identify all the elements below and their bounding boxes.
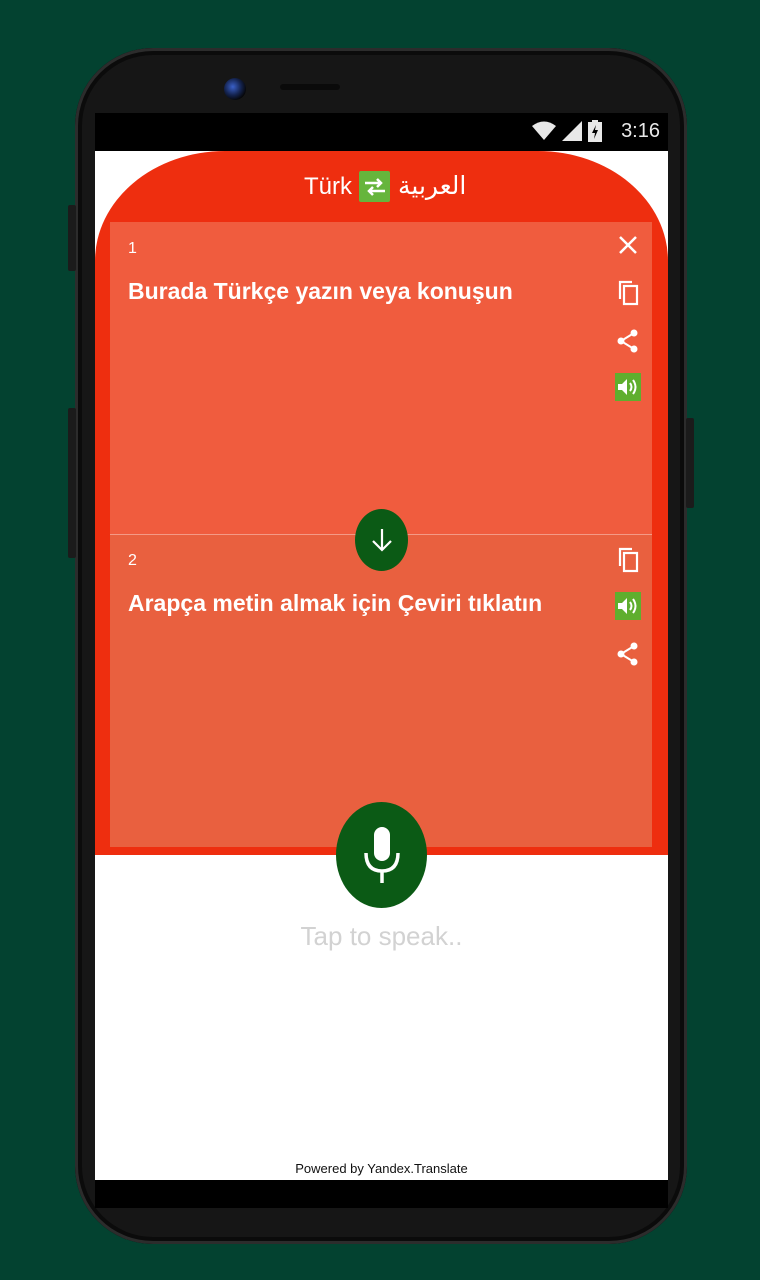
powered-by-label[interactable]: Powered by Yandex.Translate <box>95 1161 668 1176</box>
swap-languages-button[interactable] <box>359 171 390 202</box>
volume-icon <box>618 598 637 614</box>
earpiece-speaker <box>280 84 340 90</box>
card-number: 1 <box>128 240 137 257</box>
input-card[interactable]: 1 Burada Türkçe yazın veya konuşun <box>110 222 652 534</box>
tap-to-speak-label: Tap to speak.. <box>300 921 463 951</box>
copy-icon <box>618 547 639 573</box>
speak-input-button[interactable] <box>615 373 641 401</box>
power-side-button <box>686 418 694 508</box>
app-screen: 3:16 Türk العربية 1 Burada Türkçe yazın … <box>95 113 668 1180</box>
battery-icon <box>588 120 602 142</box>
output-text: Arapça metin almak için Çeviri tıklatın <box>128 590 543 616</box>
status-icons <box>532 120 602 142</box>
translate-button[interactable] <box>355 509 408 571</box>
volume-icon <box>618 379 637 395</box>
card-number: 2 <box>128 552 137 569</box>
speak-output-button[interactable] <box>615 592 641 620</box>
arrow-down-icon <box>371 529 392 552</box>
microphone-icon <box>363 827 400 883</box>
share-icon <box>617 642 638 666</box>
swap-arrows-icon <box>364 177 385 196</box>
volume-up-side-button <box>68 205 76 271</box>
source-language[interactable]: Türk <box>304 173 352 201</box>
volume-side-button <box>68 408 76 558</box>
wifi-icon <box>532 121 556 140</box>
share-icon <box>617 329 638 353</box>
copy-output-button[interactable] <box>613 545 643 575</box>
status-bar: 3:16 <box>95 113 668 151</box>
copy-button[interactable] <box>613 278 643 308</box>
status-time: 3:16 <box>621 120 660 142</box>
share-button[interactable] <box>613 326 643 356</box>
input-text[interactable]: Burada Türkçe yazın veya konuşun <box>128 278 513 305</box>
copy-icon <box>618 280 639 306</box>
signal-icon <box>562 121 582 141</box>
output-card: 2 Arapça metin almak için Çeviri tıklatı… <box>110 535 652 847</box>
navigation-bar <box>95 1180 668 1208</box>
front-camera <box>224 78 246 100</box>
target-language[interactable]: العربية <box>398 171 466 200</box>
close-icon <box>619 236 637 254</box>
clear-button[interactable] <box>613 230 643 260</box>
microphone-button[interactable] <box>336 802 427 908</box>
language-bar: Türk العربية <box>95 171 668 203</box>
share-output-button[interactable] <box>613 639 643 669</box>
